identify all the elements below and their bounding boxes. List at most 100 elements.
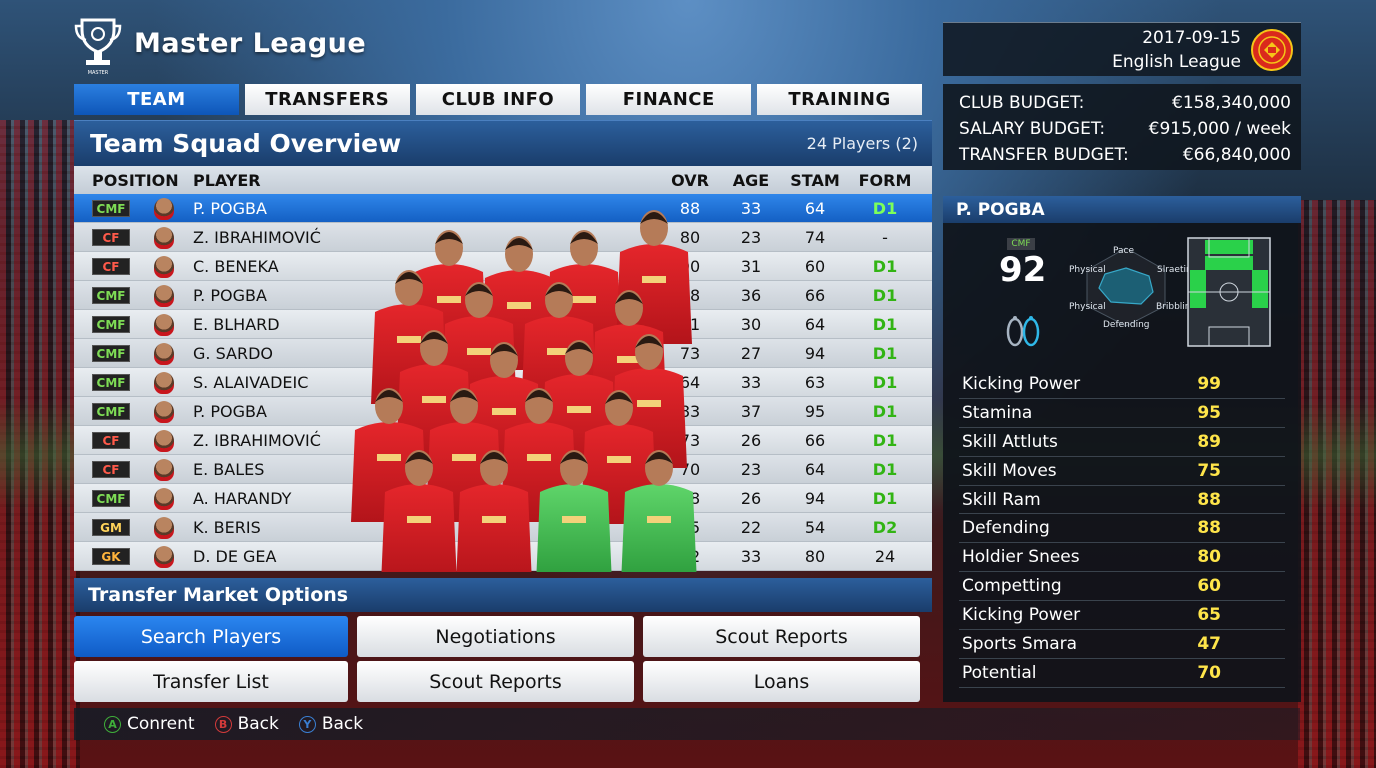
age-value: 23 bbox=[740, 459, 762, 479]
age-value: 23 bbox=[740, 227, 762, 247]
player-rating: 92 bbox=[999, 250, 1047, 290]
tab-finance[interactable]: FINANCE bbox=[586, 84, 752, 115]
player-name: E. BALES bbox=[193, 459, 265, 479]
player-face-icon bbox=[154, 314, 174, 336]
table-row[interactable]: CF Z. IBRAHIMOVIĆ 73 26 66 D1 bbox=[74, 426, 932, 455]
table-row[interactable]: GK D. DE GEA 72 33 80 24 bbox=[74, 542, 932, 571]
radar-label-defending: Defending bbox=[1103, 320, 1150, 330]
position-badge: CF bbox=[92, 431, 130, 449]
stat-row: Holdier Snees 80 bbox=[959, 543, 1285, 573]
main-tabs: TEAM TRANSFERS CLUB INFO FINANCE TRAININ… bbox=[74, 84, 922, 115]
back-hint-label-2: Back bbox=[321, 714, 364, 734]
stat-label: Holdier Snees bbox=[962, 547, 1080, 568]
ovr-value: 73 bbox=[679, 343, 701, 363]
table-row[interactable]: CMF A. HARANDY 78 26 94 D1 bbox=[74, 484, 932, 513]
player-name: C. BENEKA bbox=[193, 256, 279, 276]
stat-label: Competting bbox=[962, 576, 1062, 597]
stat-value: 65 bbox=[1197, 605, 1221, 626]
player-face-icon bbox=[154, 459, 174, 481]
stamina-value: 95 bbox=[804, 401, 826, 421]
table-header: POSITION PLAYER OVR AGE STAM FORM bbox=[74, 166, 932, 194]
age-value: 33 bbox=[740, 546, 762, 566]
table-row[interactable]: CMF S. ALAIVADEIC 64 33 63 D1 bbox=[74, 368, 932, 397]
back-hint-2[interactable]: Y Back bbox=[298, 714, 364, 734]
confirm-hint[interactable]: A Conrent bbox=[104, 714, 195, 734]
stamina-value: 94 bbox=[804, 343, 826, 363]
player-face-icon bbox=[154, 285, 174, 307]
tab-transfers[interactable]: TRANSFERS bbox=[244, 84, 410, 115]
squad-overview-panel: Team Squad Overview 24 Players (2) POSIT… bbox=[74, 120, 932, 572]
confirm-hint-label: Conrent bbox=[127, 714, 195, 734]
stamina-value: 66 bbox=[804, 285, 826, 305]
form-value: - bbox=[882, 227, 888, 247]
scout-reports-button[interactable]: Scout Reports bbox=[643, 616, 920, 657]
radar-label-pace: Pace bbox=[1113, 246, 1135, 256]
transfer-market-header: Transfer Market Options bbox=[74, 578, 932, 612]
stat-label: Sports Smara bbox=[962, 633, 1078, 654]
player-face-icon bbox=[154, 227, 174, 249]
player-face-icon bbox=[154, 198, 174, 220]
table-row[interactable]: CF Z. IBRAHIMOVIĆ 80 23 74 - bbox=[74, 223, 932, 252]
table-row[interactable]: CMF P. POGBA 83 37 95 D1 bbox=[74, 397, 932, 426]
transfer-list-button[interactable]: Transfer List bbox=[74, 661, 348, 702]
ovr-value: 90 bbox=[679, 256, 701, 276]
column-player[interactable]: PLAYER bbox=[193, 166, 261, 194]
search-players-button[interactable]: Search Players bbox=[74, 616, 348, 657]
table-row[interactable]: CMF E. BLHARD 81 30 64 D1 bbox=[74, 310, 932, 339]
position-badge: CMF bbox=[92, 199, 130, 217]
player-face-icon bbox=[154, 488, 174, 510]
age-value: 30 bbox=[740, 314, 762, 334]
position-badge: CMF bbox=[92, 373, 130, 391]
age-value: 37 bbox=[740, 401, 762, 421]
stat-row: Skill Ram 88 bbox=[959, 486, 1285, 515]
stat-label: Skill Moves bbox=[962, 460, 1057, 481]
tab-team[interactable]: TEAM bbox=[74, 84, 239, 115]
table-row[interactable]: CMF P. POGBA 88 33 64 D1 bbox=[74, 194, 932, 223]
table-row[interactable]: CF C. BENEKA 90 31 60 D1 bbox=[74, 252, 932, 281]
back-hint[interactable]: B Back bbox=[214, 714, 279, 734]
table-row[interactable]: CF E. BALES 70 23 64 D1 bbox=[74, 455, 932, 484]
negotiations-button[interactable]: Negotiations bbox=[357, 616, 634, 657]
column-age[interactable]: AGE bbox=[729, 166, 773, 194]
current-date: 2017-09-15 bbox=[1142, 28, 1241, 48]
player-name: D. DE GEA bbox=[193, 546, 277, 566]
club-budget-value: €158,340,000 bbox=[1172, 93, 1291, 113]
position-badge: CF bbox=[92, 460, 130, 478]
table-row[interactable]: CMF P. POGBA 88 36 66 D1 bbox=[74, 281, 932, 310]
age-value: 33 bbox=[740, 198, 762, 218]
master-league-trophy-icon: MASTER bbox=[74, 18, 122, 76]
position-badge: CMF bbox=[92, 286, 130, 304]
button-hints-bar: A Conrent B Back Y Back bbox=[74, 708, 1300, 740]
player-name: A. HARANDY bbox=[193, 488, 292, 508]
ovr-value: 65 bbox=[679, 517, 701, 537]
position-badge: GM bbox=[92, 518, 130, 536]
column-ovr[interactable]: OVR bbox=[668, 166, 712, 194]
column-form[interactable]: FORM bbox=[859, 166, 912, 194]
stat-value: 89 bbox=[1197, 431, 1221, 452]
age-value: 33 bbox=[740, 372, 762, 392]
stat-label: Defending bbox=[962, 518, 1050, 539]
player-detail-name: P. POGBA bbox=[943, 196, 1301, 223]
tab-training[interactable]: TRAINING bbox=[757, 84, 922, 115]
table-row[interactable]: CMF G. SARDO 73 27 94 D1 bbox=[74, 339, 932, 368]
stamina-value: 54 bbox=[804, 517, 826, 537]
club-crest-icon bbox=[1251, 29, 1293, 71]
table-row[interactable]: GM K. BERIS 65 22 54 D2 bbox=[74, 513, 932, 542]
scout-reports-button-2[interactable]: Scout Reports bbox=[357, 661, 634, 702]
position-badge: GK bbox=[92, 547, 130, 565]
ovr-value: 83 bbox=[679, 401, 701, 421]
stamina-value: 64 bbox=[804, 459, 826, 479]
stat-value: 88 bbox=[1197, 518, 1221, 539]
squad-rows: CMF P. POGBA 88 33 64 D1 CF Z. IBRAHIMOVIĆ 80 23 7… bbox=[74, 194, 932, 571]
column-position[interactable]: POSITION bbox=[92, 166, 179, 194]
column-stam[interactable]: STAM bbox=[790, 166, 840, 194]
age-value: 36 bbox=[740, 285, 762, 305]
stat-label: Stamina bbox=[962, 402, 1033, 423]
back-hint-label: Back bbox=[237, 714, 279, 734]
player-face-icon bbox=[154, 401, 174, 423]
loans-button[interactable]: Loans bbox=[643, 661, 920, 702]
age-value: 22 bbox=[740, 517, 762, 537]
stamina-value: 63 bbox=[804, 372, 826, 392]
tab-club-info[interactable]: CLUB INFO bbox=[415, 84, 581, 115]
stat-row: Skill Moves 75 bbox=[959, 457, 1285, 486]
